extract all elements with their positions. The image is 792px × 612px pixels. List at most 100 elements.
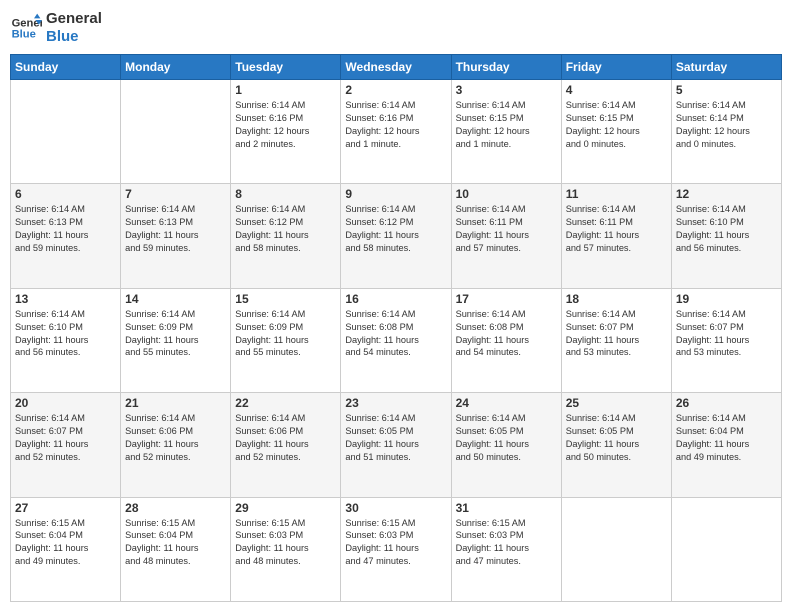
day-info: Sunrise: 6:14 AMSunset: 6:13 PMDaylight:… xyxy=(125,203,226,255)
calendar-cell: 30 Sunrise: 6:15 AMSunset: 6:03 PMDayligh… xyxy=(341,497,451,601)
header: General Blue General Blue xyxy=(10,10,782,46)
day-info: Sunrise: 6:14 AMSunset: 6:11 PMDaylight:… xyxy=(566,203,667,255)
calendar-cell xyxy=(11,80,121,184)
day-info: Sunrise: 6:14 AMSunset: 6:14 PMDaylight:… xyxy=(676,99,777,151)
page: General Blue General Blue SundayMondayTu… xyxy=(0,0,792,612)
calendar-cell xyxy=(561,497,671,601)
calendar-cell: 3 Sunrise: 6:14 AMSunset: 6:15 PMDaylight… xyxy=(451,80,561,184)
day-info: Sunrise: 6:15 AMSunset: 6:03 PMDaylight:… xyxy=(235,517,336,569)
calendar-week-2: 6 Sunrise: 6:14 AMSunset: 6:13 PMDaylight… xyxy=(11,184,782,288)
calendar-week-1: 1 Sunrise: 6:14 AMSunset: 6:16 PMDaylight… xyxy=(11,80,782,184)
calendar-cell: 25Sunrise: 6:14 AMSunset: 6:05 PMDayligh… xyxy=(561,393,671,497)
day-info: Sunrise: 6:14 AMSunset: 6:16 PMDaylight:… xyxy=(235,99,336,151)
day-number: 28 xyxy=(125,501,226,515)
day-number: 27 xyxy=(15,501,116,515)
weekday-header-saturday: Saturday xyxy=(671,55,781,80)
calendar-cell: 21 Sunrise: 6:14 AMSunset: 6:06 PMDayligh… xyxy=(121,393,231,497)
day-info: Sunrise: 6:14 AMSunset: 6:09 PMDaylight:… xyxy=(125,308,226,360)
day-info: Sunrise: 6:14 AMSunset: 6:08 PMDaylight:… xyxy=(456,308,557,360)
svg-text:General: General xyxy=(12,17,42,29)
day-number: 17 xyxy=(456,292,557,306)
day-number: 12 xyxy=(676,187,777,201)
day-number: 6 xyxy=(15,187,116,201)
day-number: 13 xyxy=(15,292,116,306)
logo: General Blue General Blue xyxy=(10,10,102,46)
calendar-cell: 9 Sunrise: 6:14 AMSunset: 6:12 PMDaylight… xyxy=(341,184,451,288)
day-number: 30 xyxy=(345,501,446,515)
day-info: Sunrise: 6:14 AMSunset: 6:10 PMDaylight:… xyxy=(676,203,777,255)
calendar-week-5: 27Sunrise: 6:15 AMSunset: 6:04 PMDayligh… xyxy=(11,497,782,601)
calendar-header-row: SundayMondayTuesdayWednesdayThursdayFrid… xyxy=(11,55,782,80)
day-number: 29 xyxy=(235,501,336,515)
day-number: 3 xyxy=(456,83,557,97)
day-number: 21 xyxy=(125,396,226,410)
day-number: 26 xyxy=(676,396,777,410)
day-info: Sunrise: 6:14 AMSunset: 6:07 PMDaylight:… xyxy=(566,308,667,360)
day-info: Sunrise: 6:14 AMSunset: 6:06 PMDaylight:… xyxy=(235,412,336,464)
calendar-cell: 22 Sunrise: 6:14 AMSunset: 6:06 PMDayligh… xyxy=(231,393,341,497)
weekday-header-friday: Friday xyxy=(561,55,671,80)
day-info: Sunrise: 6:14 AMSunset: 6:12 PMDaylight:… xyxy=(235,203,336,255)
calendar-cell: 2Sunrise: 6:14 AMSunset: 6:16 PMDaylight… xyxy=(341,80,451,184)
day-number: 1 xyxy=(235,83,336,97)
weekday-header-thursday: Thursday xyxy=(451,55,561,80)
calendar-cell: 23Sunrise: 6:14 AMSunset: 6:05 PMDayligh… xyxy=(341,393,451,497)
day-info: Sunrise: 6:14 AMSunset: 6:05 PMDaylight:… xyxy=(456,412,557,464)
calendar-cell: 13 Sunrise: 6:14 AMSunset: 6:10 PMDayligh… xyxy=(11,288,121,392)
day-number: 11 xyxy=(566,187,667,201)
day-info: Sunrise: 6:14 AMSunset: 6:10 PMDaylight:… xyxy=(15,308,116,360)
day-info: Sunrise: 6:14 AMSunset: 6:05 PMDaylight:… xyxy=(566,412,667,464)
day-info: Sunrise: 6:14 AMSunset: 6:05 PMDaylight:… xyxy=(345,412,446,464)
logo-icon: General Blue xyxy=(10,12,42,44)
day-info: Sunrise: 6:14 AMSunset: 6:06 PMDaylight:… xyxy=(125,412,226,464)
calendar-cell: 4Sunrise: 6:14 AMSunset: 6:15 PMDaylight… xyxy=(561,80,671,184)
calendar-cell: 10 Sunrise: 6:14 AMSunset: 6:11 PMDayligh… xyxy=(451,184,561,288)
calendar-cell: 17 Sunrise: 6:14 AMSunset: 6:08 PMDayligh… xyxy=(451,288,561,392)
day-number: 9 xyxy=(345,187,446,201)
day-number: 5 xyxy=(676,83,777,97)
day-number: 4 xyxy=(566,83,667,97)
calendar-cell: 27Sunrise: 6:15 AMSunset: 6:04 PMDayligh… xyxy=(11,497,121,601)
calendar-table: SundayMondayTuesdayWednesdayThursdayFrid… xyxy=(10,54,782,602)
day-number: 16 xyxy=(345,292,446,306)
day-info: Sunrise: 6:14 AMSunset: 6:15 PMDaylight:… xyxy=(456,99,557,151)
calendar-cell: 1 Sunrise: 6:14 AMSunset: 6:16 PMDaylight… xyxy=(231,80,341,184)
weekday-header-wednesday: Wednesday xyxy=(341,55,451,80)
day-info: Sunrise: 6:14 AMSunset: 6:07 PMDaylight:… xyxy=(15,412,116,464)
calendar-cell: 26 Sunrise: 6:14 AMSunset: 6:04 PMDayligh… xyxy=(671,393,781,497)
day-number: 10 xyxy=(456,187,557,201)
svg-text:Blue: Blue xyxy=(12,29,36,41)
day-info: Sunrise: 6:15 AMSunset: 6:03 PMDaylight:… xyxy=(456,517,557,569)
day-info: Sunrise: 6:14 AMSunset: 6:11 PMDaylight:… xyxy=(456,203,557,255)
day-number: 7 xyxy=(125,187,226,201)
day-info: Sunrise: 6:14 AMSunset: 6:04 PMDaylight:… xyxy=(676,412,777,464)
day-number: 22 xyxy=(235,396,336,410)
calendar-cell: 19Sunrise: 6:14 AMSunset: 6:07 PMDayligh… xyxy=(671,288,781,392)
weekday-header-monday: Monday xyxy=(121,55,231,80)
calendar-cell: 18 Sunrise: 6:14 AMSunset: 6:07 PMDayligh… xyxy=(561,288,671,392)
day-number: 24 xyxy=(456,396,557,410)
calendar-cell: 12 Sunrise: 6:14 AMSunset: 6:10 PMDayligh… xyxy=(671,184,781,288)
calendar-week-4: 20Sunrise: 6:14 AMSunset: 6:07 PMDayligh… xyxy=(11,393,782,497)
weekday-header-sunday: Sunday xyxy=(11,55,121,80)
day-info: Sunrise: 6:14 AMSunset: 6:08 PMDaylight:… xyxy=(345,308,446,360)
logo-blue: Blue xyxy=(46,28,102,46)
calendar-cell: 28Sunrise: 6:15 AMSunset: 6:04 PMDayligh… xyxy=(121,497,231,601)
day-number: 15 xyxy=(235,292,336,306)
calendar-cell: 11 Sunrise: 6:14 AMSunset: 6:11 PMDayligh… xyxy=(561,184,671,288)
calendar-cell: 7 Sunrise: 6:14 AMSunset: 6:13 PMDaylight… xyxy=(121,184,231,288)
calendar-cell: 15 Sunrise: 6:14 AMSunset: 6:09 PMDayligh… xyxy=(231,288,341,392)
weekday-header-tuesday: Tuesday xyxy=(231,55,341,80)
calendar-cell xyxy=(121,80,231,184)
calendar-cell: 6Sunrise: 6:14 AMSunset: 6:13 PMDaylight… xyxy=(11,184,121,288)
day-number: 8 xyxy=(235,187,336,201)
day-info: Sunrise: 6:14 AMSunset: 6:09 PMDaylight:… xyxy=(235,308,336,360)
calendar-cell: 31Sunrise: 6:15 AMSunset: 6:03 PMDayligh… xyxy=(451,497,561,601)
day-info: Sunrise: 6:15 AMSunset: 6:03 PMDaylight:… xyxy=(345,517,446,569)
calendar-cell xyxy=(671,497,781,601)
day-number: 18 xyxy=(566,292,667,306)
day-number: 19 xyxy=(676,292,777,306)
day-info: Sunrise: 6:14 AMSunset: 6:16 PMDaylight:… xyxy=(345,99,446,151)
day-info: Sunrise: 6:14 AMSunset: 6:12 PMDaylight:… xyxy=(345,203,446,255)
calendar-cell: 24 Sunrise: 6:14 AMSunset: 6:05 PMDayligh… xyxy=(451,393,561,497)
